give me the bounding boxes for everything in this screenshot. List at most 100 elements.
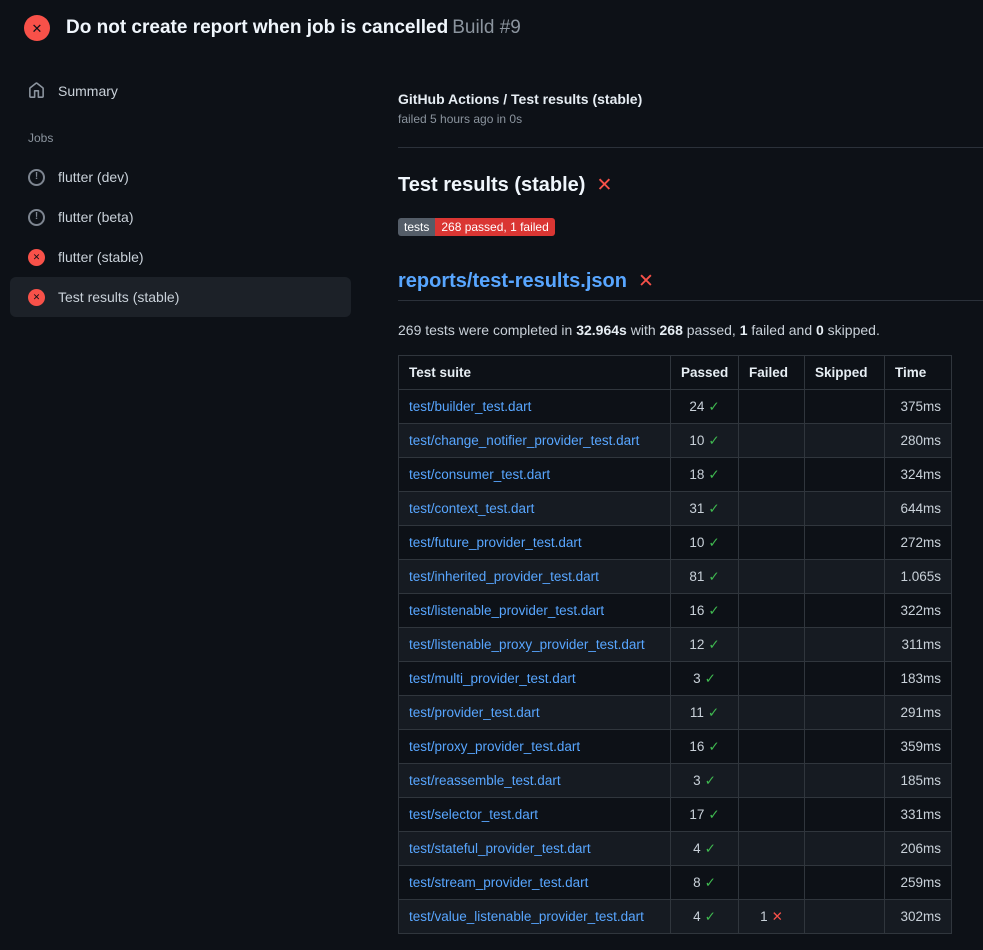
time-cell: 206ms: [885, 832, 952, 866]
suite-cell: test/consumer_test.dart: [399, 458, 671, 492]
app: ✕ Do not create report when job is cance…: [0, 0, 983, 934]
time-cell: 322ms: [885, 594, 952, 628]
col-header-test-suite: Test suite: [399, 356, 671, 390]
skipped-cell: [805, 560, 885, 594]
suite-link[interactable]: test/change_notifier_provider_test.dart: [409, 433, 639, 448]
main-content: GitHub Actions / Test results (stable) f…: [375, 54, 983, 934]
sidebar-item-test-results-stable[interactable]: ✕Test results (stable): [10, 277, 351, 317]
suite-cell: test/provider_test.dart: [399, 696, 671, 730]
sidebar-item-flutter-stable[interactable]: ✕ flutter (stable): [10, 237, 351, 277]
suite-link[interactable]: test/listenable_proxy_provider_test.dart: [409, 637, 645, 652]
check-icon: ✓: [708, 467, 719, 482]
table-row: test/proxy_provider_test.dart16✓359ms: [399, 730, 952, 764]
check-icon: ✓: [705, 841, 716, 856]
x-circle-icon: ✕: [28, 289, 45, 306]
passed-cell: 8✓: [671, 866, 739, 900]
breadcrumb: GitHub Actions / Test results (stable): [398, 91, 983, 107]
skipped-cell: [805, 492, 885, 526]
table-row: test/context_test.dart 31✓ 644ms: [399, 492, 952, 526]
passed-cell: 12✓: [671, 628, 739, 662]
time-cell: 324ms: [885, 458, 952, 492]
table-row: test/provider_test.dart11✓291ms: [399, 696, 952, 730]
col-header-skipped: Skipped: [805, 356, 885, 390]
suite-link[interactable]: test/value_listenable_provider_test.dart: [409, 909, 644, 924]
skipped-cell: [805, 730, 885, 764]
results-table: Test suite Passed Failed Skipped Time te…: [398, 355, 952, 934]
check-icon: ✓: [708, 501, 719, 516]
suite-link[interactable]: test/inherited_provider_test.dart: [409, 569, 599, 584]
table-row: test/change_notifier_provider_test.dart1…: [399, 424, 952, 458]
sidebar-item-flutter-dev[interactable]: !flutter (dev): [10, 157, 351, 197]
time-cell: 1.065s: [885, 560, 952, 594]
table-row: test/listenable_provider_test.dart16✓322…: [399, 594, 952, 628]
suite-cell: test/listenable_proxy_provider_test.dart: [399, 628, 671, 662]
time-cell: 311ms: [885, 628, 952, 662]
suite-cell: test/future_provider_test.dart: [399, 526, 671, 560]
failed-cell: [739, 390, 805, 424]
table-row: test/stream_provider_test.dart 8✓ 259ms: [399, 866, 952, 900]
failed-cell: [739, 628, 805, 662]
badge-value: 268 passed, 1 failed: [435, 218, 554, 236]
time-cell: 291ms: [885, 696, 952, 730]
suite-link[interactable]: test/proxy_provider_test.dart: [409, 739, 580, 754]
table-row: test/multi_provider_test.dart3✓183ms: [399, 662, 952, 696]
time-cell: 272ms: [885, 526, 952, 560]
sidebar-item-label: flutter (beta): [58, 207, 133, 227]
suite-link[interactable]: test/selector_test.dart: [409, 807, 538, 822]
skipped-cell: [805, 526, 885, 560]
x-icon: ✕: [772, 909, 783, 924]
time-cell: 259ms: [885, 866, 952, 900]
suite-link[interactable]: test/multi_provider_test.dart: [409, 671, 576, 686]
suite-link[interactable]: test/reassemble_test.dart: [409, 773, 561, 788]
table-row: test/value_listenable_provider_test.dart…: [399, 900, 952, 934]
status-line: failed 5 hours ago in 0s: [398, 112, 983, 126]
table-row: test/listenable_proxy_provider_test.dart…: [399, 628, 952, 662]
skipped-cell: [805, 424, 885, 458]
report-heading: reports/test-results.json ✕: [398, 269, 983, 301]
sidebar-item-summary[interactable]: Summary: [10, 74, 351, 107]
suite-link[interactable]: test/consumer_test.dart: [409, 467, 550, 482]
suite-link[interactable]: test/provider_test.dart: [409, 705, 540, 720]
time-cell: 375ms: [885, 390, 952, 424]
failed-cell: [739, 832, 805, 866]
sidebar-item-label: Summary: [58, 83, 118, 99]
time-cell: 185ms: [885, 764, 952, 798]
report-link[interactable]: reports/test-results.json: [398, 269, 627, 293]
table-header-row: Test suite Passed Failed Skipped Time: [399, 356, 952, 390]
passed-cell: 17✓: [671, 798, 739, 832]
failed-cell: [739, 696, 805, 730]
suite-cell: test/stateful_provider_test.dart: [399, 832, 671, 866]
suite-link[interactable]: test/stream_provider_test.dart: [409, 875, 588, 890]
passed-cell: 81✓: [671, 560, 739, 594]
check-icon: ✓: [708, 603, 719, 618]
col-header-time: Time: [885, 356, 952, 390]
passed-cell: 4✓: [671, 832, 739, 866]
suite-link[interactable]: test/listenable_provider_test.dart: [409, 603, 604, 618]
col-header-failed: Failed: [739, 356, 805, 390]
time-cell: 302ms: [885, 900, 952, 934]
sidebar-item-flutter-beta[interactable]: ! flutter (beta): [10, 197, 351, 237]
suite-link[interactable]: test/future_provider_test.dart: [409, 535, 582, 550]
passed-cell: 10✓: [671, 526, 739, 560]
alert-circle-icon: !: [28, 209, 45, 226]
suite-link[interactable]: test/context_test.dart: [409, 501, 534, 516]
x-circle-icon: ✕: [28, 249, 45, 266]
failed-cell: [739, 526, 805, 560]
alert-circle-icon: !: [28, 169, 45, 186]
suite-link[interactable]: test/stateful_provider_test.dart: [409, 841, 591, 856]
failed-cell: [739, 730, 805, 764]
skipped-cell: [805, 798, 885, 832]
failed-cell: 1✕: [739, 900, 805, 934]
check-icon: ✓: [708, 739, 719, 754]
passed-cell: 31✓: [671, 492, 739, 526]
divider: [398, 147, 983, 148]
failed-cell: [739, 424, 805, 458]
x-circle-icon: ✕: [24, 15, 50, 41]
passed-cell: 3✓: [671, 764, 739, 798]
time-cell: 644ms: [885, 492, 952, 526]
layout: Summary Jobs !flutter (dev)!flutter (bet…: [0, 54, 983, 934]
suite-link[interactable]: test/builder_test.dart: [409, 399, 531, 414]
check-icon: ✓: [708, 637, 719, 652]
results-table-body: test/builder_test.dart24✓375mstest/chang…: [399, 390, 952, 934]
sidebar-item-label: flutter (stable): [58, 247, 144, 267]
